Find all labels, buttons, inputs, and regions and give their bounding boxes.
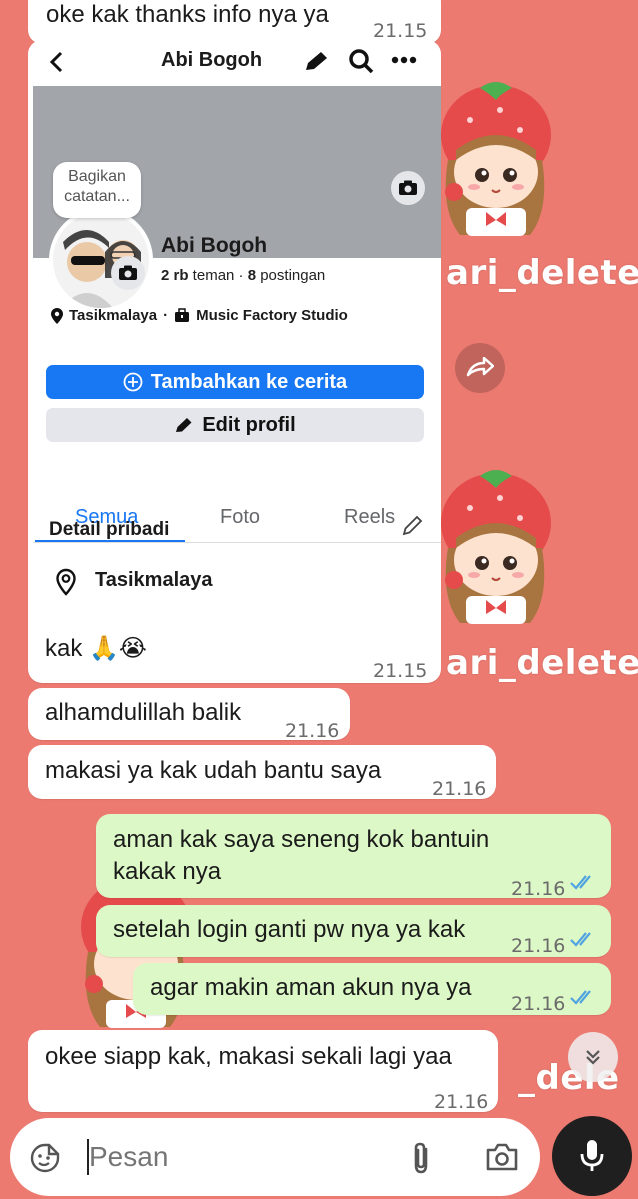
fb-intro-line: Tasikmalaya · Music Factory Studio [51, 307, 348, 324]
more-options-icon [391, 56, 417, 64]
attachment-icon[interactable] [409, 1141, 433, 1175]
incoming-message[interactable]: makasi ya kak udah bantu saya 21.16 [28, 745, 496, 800]
voice-message-button[interactable] [552, 1116, 632, 1196]
incoming-message[interactable]: okee siapp kak, makasi sekali lagi yaa 2… [28, 1030, 498, 1113]
camera-icon [399, 180, 417, 195]
forward-button[interactable] [455, 343, 505, 393]
fb-topbar: Abi Bogoh [33, 44, 441, 86]
wallpaper-watermark: ari_delete [446, 643, 638, 683]
location-pin-icon [51, 307, 63, 324]
avatar-camera-button [111, 256, 145, 290]
note-bubble: Bagikan catatan... [53, 162, 141, 218]
fb-topbar-title: Abi Bogoh [161, 49, 263, 71]
note-bubble-line: Bagikan [68, 168, 126, 185]
double-chevron-down-icon [586, 1050, 600, 1065]
camera-icon [119, 265, 137, 280]
fb-details-title: Detail pribadi [49, 519, 170, 540]
message-time: 21.16 [285, 720, 340, 742]
search-icon [349, 49, 374, 74]
fb-intro-location: Tasikmalaya [69, 307, 158, 324]
message-text: setelah login ganti pw nya ya kak [113, 916, 466, 943]
incoming-message[interactable]: oke kak thanks info nya ya 21.15 [28, 0, 441, 44]
fb-tab-divider [33, 542, 441, 543]
message-time: 21.16 [434, 1091, 489, 1113]
outgoing-message[interactable]: aman kak saya seneng kok bantuin kakak n… [96, 814, 611, 900]
fb-profile-stats: 2 rb teman · 8 postingan [161, 267, 325, 284]
add-to-story-label: Tambahkan ke cerita [150, 370, 348, 393]
pencil-icon [176, 418, 192, 432]
incoming-message[interactable]: alhamdulillah balik 21.16 [28, 688, 350, 742]
message-input[interactable] [89, 1136, 389, 1178]
sticker-icon[interactable] [29, 1142, 61, 1174]
message-text: oke kak thanks info nya ya [46, 1, 329, 28]
message-text: okee siapp kak, makasi sekali lagi yaa [45, 1043, 452, 1070]
wallpaper-watermark: ari_delete [446, 253, 638, 293]
fb-intro-separator: · [163, 307, 169, 324]
edit-details-pencil-icon [402, 515, 423, 536]
scroll-to-bottom-button[interactable] [568, 1032, 618, 1082]
fb-tab-photos: Foto [220, 506, 261, 528]
friends-count: 2 rb [161, 267, 189, 284]
microphone-icon [580, 1140, 604, 1171]
message-text-line: kakak nya [113, 858, 222, 885]
camera-icon[interactable] [485, 1142, 519, 1172]
wallpaper-strawberry-girl-1 [441, 82, 551, 236]
read-receipt-icon [570, 875, 591, 890]
message-time: 21.16 [511, 878, 566, 900]
message-time: 21.16 [432, 778, 487, 800]
message-time: 21.16 [511, 935, 566, 957]
pencil-icon [306, 52, 327, 70]
message-text: kak 🙏😭 [45, 635, 147, 662]
forward-icon [466, 357, 494, 377]
message-text: agar makin aman akun nya ya [150, 974, 472, 1001]
add-to-story-button: Tambahkan ke cerita [46, 365, 424, 399]
shared-image-facebook-profile[interactable]: Abi Bogoh Bagikan catatan... Abi Bogoh 2… [33, 44, 441, 619]
message-time: 21.16 [511, 993, 566, 1015]
outgoing-message[interactable]: agar makin aman akun nya ya 21.16 [133, 963, 611, 1015]
fb-profile-name: Abi Bogoh [161, 234, 268, 257]
plus-circle-icon [123, 372, 143, 392]
fb-tab-reels: Reels [344, 506, 396, 528]
read-receipt-icon [570, 990, 591, 1005]
message-text: alhamdulillah balik [45, 699, 242, 726]
wallpaper-strawberry-girl-2 [441, 470, 551, 624]
back-arrow-icon [49, 51, 63, 73]
cover-camera-button [391, 171, 425, 205]
message-time: 21.15 [373, 660, 428, 682]
posts-label: postingan [256, 267, 326, 284]
fb-details-location: Tasikmalaya [95, 569, 213, 591]
briefcase-icon [175, 308, 190, 322]
message-composer[interactable] [10, 1118, 540, 1196]
outgoing-message[interactable]: setelah login ganti pw nya ya kak 21.16 [96, 905, 611, 957]
message-text-line: aman kak saya seneng kok bantuin [113, 826, 490, 853]
fb-intro-workplace: Music Factory Studio [196, 307, 348, 324]
edit-profile-label: Edit profil [202, 413, 296, 436]
note-bubble-line: catatan... [64, 188, 130, 205]
friends-label: teman · [188, 267, 248, 284]
edit-profile-button: Edit profil [46, 408, 424, 442]
posts-count: 8 [247, 267, 257, 284]
location-pin-icon [56, 568, 76, 596]
read-receipt-icon [570, 932, 591, 947]
message-text: makasi ya kak udah bantu saya [45, 757, 382, 784]
